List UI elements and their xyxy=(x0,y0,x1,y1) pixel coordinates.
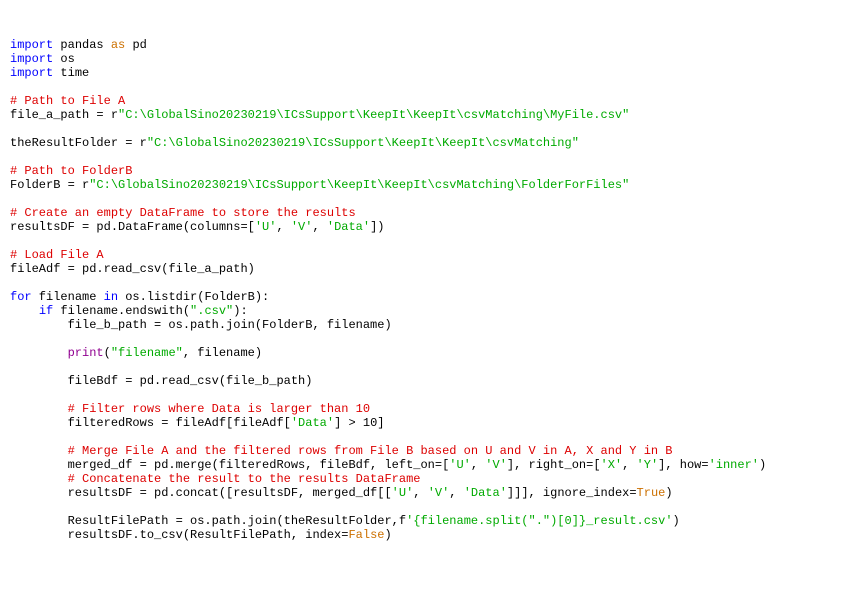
assign: file_a_path = r xyxy=(10,108,118,122)
comment: # Path to File A xyxy=(10,94,125,108)
string: 'V' xyxy=(291,220,313,234)
code: ResultFilePath = os.path.join(theResultF… xyxy=(10,514,406,528)
code: , xyxy=(622,458,636,472)
code: ]) xyxy=(370,220,384,234)
code: fileAdf = pd.read_csv(file_a_path) xyxy=(10,262,255,276)
code: resultsDF = pd.concat([resultsDF, merged… xyxy=(10,486,392,500)
string: 'Data' xyxy=(464,486,507,500)
kw-as: as xyxy=(111,38,125,52)
string: 'Y' xyxy=(637,458,659,472)
code: , xyxy=(276,220,290,234)
string: 'V' xyxy=(485,458,507,472)
string: ".csv" xyxy=(190,304,233,318)
string: 'V' xyxy=(428,486,450,500)
kw-if: if xyxy=(39,304,53,318)
string: 'inner' xyxy=(709,458,759,472)
code: filteredRows = fileAdf[fileAdf[ xyxy=(10,416,291,430)
string: 'Data' xyxy=(327,220,370,234)
fn-print: print xyxy=(68,346,104,360)
code: ) xyxy=(384,528,391,542)
assign: FolderB = r xyxy=(10,178,89,192)
code: ) xyxy=(673,514,680,528)
string: "C:\GlobalSino20230219\ICsSupport\KeepIt… xyxy=(147,136,579,150)
code: , xyxy=(471,458,485,472)
code: ) xyxy=(665,486,672,500)
code: ) xyxy=(759,458,766,472)
code: filename xyxy=(32,290,104,304)
code: merged_df = pd.merge(filteredRows, fileB… xyxy=(10,458,449,472)
code: os.listdir(FolderB): xyxy=(118,290,269,304)
const-true: True xyxy=(637,486,666,500)
comment: # Filter rows where Data is larger than … xyxy=(10,402,370,416)
code: , filename) xyxy=(183,346,262,360)
comment: # Load File A xyxy=(10,248,104,262)
code: ]]], ignore_index= xyxy=(507,486,637,500)
pkg-os: os xyxy=(60,52,74,66)
pkg-pandas: pandas xyxy=(60,38,103,52)
code: fileBdf = pd.read_csv(file_b_path) xyxy=(10,374,312,388)
string: "filename" xyxy=(111,346,183,360)
fstring: '{filename.split(".")[0]}_result.csv' xyxy=(406,514,672,528)
code: , xyxy=(413,486,427,500)
code: , xyxy=(449,486,463,500)
assign: theResultFolder = r xyxy=(10,136,147,150)
code-block: import pandas as pd import os import tim… xyxy=(10,38,835,542)
pkg-time: time xyxy=(60,66,89,80)
comment: # Merge File A and the filtered rows fro… xyxy=(10,444,673,458)
string: "C:\GlobalSino20230219\ICsSupport\KeepIt… xyxy=(118,108,629,122)
string: 'Data' xyxy=(291,416,334,430)
comment: # Path to FolderB xyxy=(10,164,132,178)
code: resultsDF.to_csv(ResultFilePath, index= xyxy=(10,528,348,542)
comment: # Concatenate the result to the results … xyxy=(10,472,420,486)
kw-import: import xyxy=(10,52,53,66)
code: ): xyxy=(233,304,247,318)
kw-for: for xyxy=(10,290,32,304)
kw-in: in xyxy=(104,290,118,304)
code: ] > 10] xyxy=(334,416,384,430)
code: filename.endswith( xyxy=(53,304,190,318)
code: ], how= xyxy=(658,458,708,472)
string: 'X' xyxy=(601,458,623,472)
code: ( xyxy=(104,346,111,360)
string: 'U' xyxy=(449,458,471,472)
comment: # Create an empty DataFrame to store the… xyxy=(10,206,356,220)
string: 'U' xyxy=(255,220,277,234)
string: "C:\GlobalSino20230219\ICsSupport\KeepIt… xyxy=(89,178,629,192)
kw-import: import xyxy=(10,66,53,80)
alias-pd: pd xyxy=(132,38,146,52)
code: , xyxy=(312,220,326,234)
code: resultsDF = pd.DataFrame(columns=[ xyxy=(10,220,255,234)
string: 'U' xyxy=(392,486,414,500)
code: ], right_on=[ xyxy=(507,458,601,472)
kw-import: import xyxy=(10,38,53,52)
code: file_b_path = os.path.join(FolderB, file… xyxy=(10,318,392,332)
const-false: False xyxy=(348,528,384,542)
